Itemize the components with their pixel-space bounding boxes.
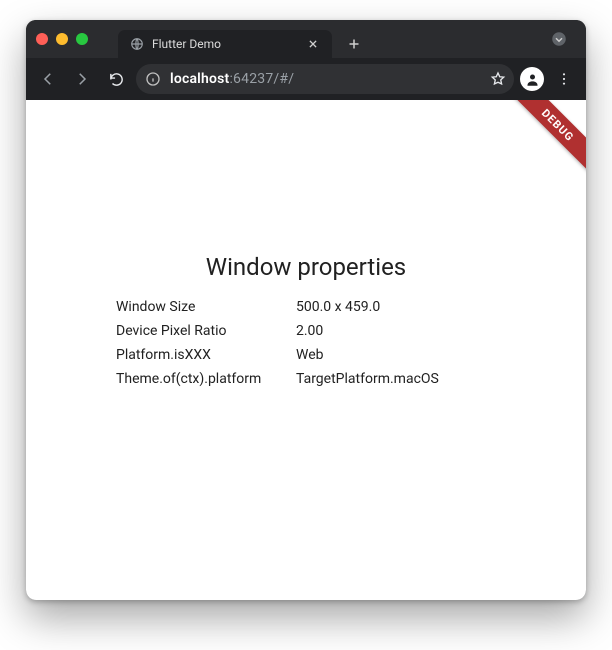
browser-tab[interactable]: Flutter Demo	[118, 30, 332, 58]
page-content: Window properties Window Size 500.0 x 45…	[26, 100, 586, 570]
prop-label: Platform.isXXX	[116, 347, 296, 363]
window-maximize-button[interactable]	[76, 33, 88, 45]
traffic-lights	[36, 33, 88, 45]
globe-icon	[130, 37, 144, 51]
url-rest: :64237/#/	[229, 71, 294, 87]
prop-value: TargetPlatform.macOS	[296, 371, 496, 387]
titlebar: Flutter Demo	[26, 20, 586, 58]
menu-button[interactable]	[550, 65, 578, 93]
prop-label: Theme.of(ctx).platform	[116, 371, 296, 387]
prop-label: Window Size	[116, 299, 296, 315]
bookmark-star-icon[interactable]	[490, 71, 506, 87]
browser-toolbar: localhost:64237/#/	[26, 58, 586, 100]
chevron-down-icon[interactable]	[546, 26, 572, 52]
close-tab-button[interactable]	[306, 37, 320, 51]
new-tab-button[interactable]	[342, 32, 366, 56]
properties-table: Window Size 500.0 x 459.0 Device Pixel R…	[116, 299, 496, 387]
page-title: Window properties	[206, 253, 406, 281]
tab-strip: Flutter Demo	[118, 20, 546, 58]
prop-value: 500.0 x 459.0	[296, 299, 496, 315]
info-icon[interactable]	[144, 70, 162, 88]
prop-value: 2.00	[296, 323, 496, 339]
tab-title: Flutter Demo	[152, 37, 298, 51]
address-bar[interactable]: localhost:64237/#/	[136, 64, 514, 94]
reload-button[interactable]	[102, 65, 130, 93]
prop-label: Device Pixel Ratio	[116, 323, 296, 339]
prop-value: Web	[296, 347, 496, 363]
url-host: localhost	[170, 71, 229, 87]
profile-avatar[interactable]	[520, 67, 544, 91]
window-close-button[interactable]	[36, 33, 48, 45]
browser-window: Flutter Demo	[26, 20, 586, 600]
window-minimize-button[interactable]	[56, 33, 68, 45]
url-text: localhost:64237/#/	[170, 71, 482, 87]
forward-button[interactable]	[68, 65, 96, 93]
back-button[interactable]	[34, 65, 62, 93]
viewport: DEBUG Window properties Window Size 500.…	[26, 100, 586, 600]
